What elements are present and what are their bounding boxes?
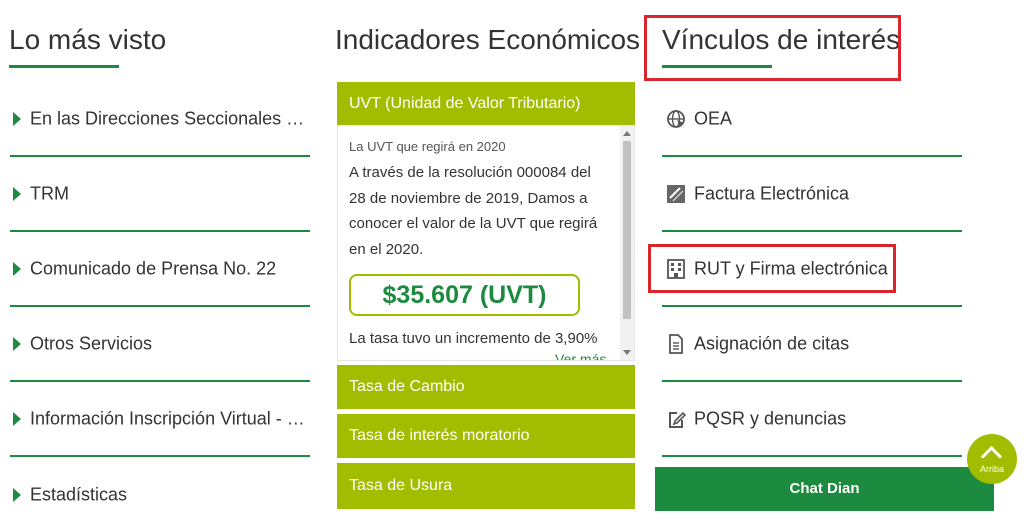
uvt-panel: La UVT que regirá en 2020 A través de la… bbox=[337, 125, 635, 361]
caret-right-icon bbox=[13, 261, 21, 276]
document-icon bbox=[669, 333, 683, 354]
uvt-description: A través de la resolución 000084 del 28 … bbox=[349, 164, 598, 258]
accordion-header-tasa-usura[interactable]: Tasa de Usura bbox=[337, 463, 635, 509]
caret-right-icon bbox=[13, 336, 21, 351]
indicadores-title: Indicadores Económicos bbox=[335, 24, 641, 55]
scroll-up-arrow-icon[interactable] bbox=[623, 131, 631, 136]
most-viewed-item[interactable]: Estadísticas bbox=[10, 457, 310, 532]
most-viewed-item-label: En las Direcciones Seccionales de Aduana… bbox=[30, 108, 310, 128]
accordion-header-tasa-moratorio[interactable]: Tasa de interés moratorio bbox=[337, 414, 635, 458]
link-item-label: Asignación de citas bbox=[694, 333, 850, 353]
caret-right-icon bbox=[13, 186, 21, 201]
uvt-subtitle: La UVT que regirá en 2020 bbox=[349, 139, 506, 154]
edit-icon bbox=[669, 411, 686, 428]
most-viewed-item[interactable]: TRM bbox=[10, 157, 310, 232]
scrollbar-thumb[interactable] bbox=[623, 141, 631, 319]
scroll-down-arrow-icon[interactable] bbox=[623, 350, 631, 355]
ver-mas-link[interactable]: Ver más bbox=[555, 351, 606, 360]
caret-right-icon bbox=[13, 411, 21, 426]
link-item-factura[interactable]: Factura Electrónica bbox=[662, 157, 962, 232]
caret-right-icon bbox=[13, 111, 21, 126]
chat-dian-button[interactable]: Chat Dian bbox=[655, 467, 994, 511]
most-viewed-item-label: Otros Servicios bbox=[30, 333, 153, 353]
link-item-pqsr[interactable]: PQSR y denuncias bbox=[662, 382, 962, 457]
most-viewed-item-label: Información Inscripción Virtual - RUT bbox=[30, 408, 310, 428]
most-viewed-item[interactable]: Información Inscripción Virtual - RUT bbox=[10, 382, 310, 457]
rut-link-highlight bbox=[648, 244, 896, 293]
most-viewed-item-label: Comunicado de Prensa No. 22 bbox=[30, 258, 277, 278]
vinculos-title-highlight bbox=[644, 15, 901, 81]
accordion-header-tasa-cambio[interactable]: Tasa de Cambio bbox=[337, 365, 635, 409]
accordion-header-uvt[interactable]: UVT (Unidad de Valor Tributario) bbox=[337, 82, 635, 125]
globe-icon bbox=[667, 109, 685, 128]
lo-mas-visto-underline bbox=[9, 65, 119, 68]
back-to-top-button[interactable]: Arriba bbox=[967, 434, 1017, 484]
link-item-oea[interactable]: OEA bbox=[662, 82, 962, 157]
uvt-value-box: $35.607 (UVT) bbox=[349, 274, 580, 316]
lo-mas-visto-title: Lo más visto bbox=[9, 24, 167, 55]
most-viewed-item[interactable]: En las Direcciones Seccionales de Aduana… bbox=[10, 82, 310, 157]
link-item-label: PQSR y denuncias bbox=[694, 408, 847, 428]
back-to-top-label: Arriba bbox=[979, 464, 1004, 474]
link-item-label: Factura Electrónica bbox=[694, 183, 850, 203]
panel-scrollbar[interactable] bbox=[620, 126, 634, 360]
caret-right-icon bbox=[13, 487, 21, 502]
most-viewed-item-label: TRM bbox=[30, 183, 69, 203]
uvt-rate-text: La tasa tuvo un incremento de 3,90% bbox=[349, 330, 598, 347]
invoice-icon bbox=[667, 184, 685, 203]
link-item-label: OEA bbox=[694, 108, 733, 128]
link-item-citas[interactable]: Asignación de citas bbox=[662, 307, 962, 382]
most-viewed-item-label: Estadísticas bbox=[30, 484, 128, 504]
most-viewed-item[interactable]: Otros Servicios bbox=[10, 307, 310, 382]
most-viewed-item[interactable]: Comunicado de Prensa No. 22 bbox=[10, 232, 310, 307]
